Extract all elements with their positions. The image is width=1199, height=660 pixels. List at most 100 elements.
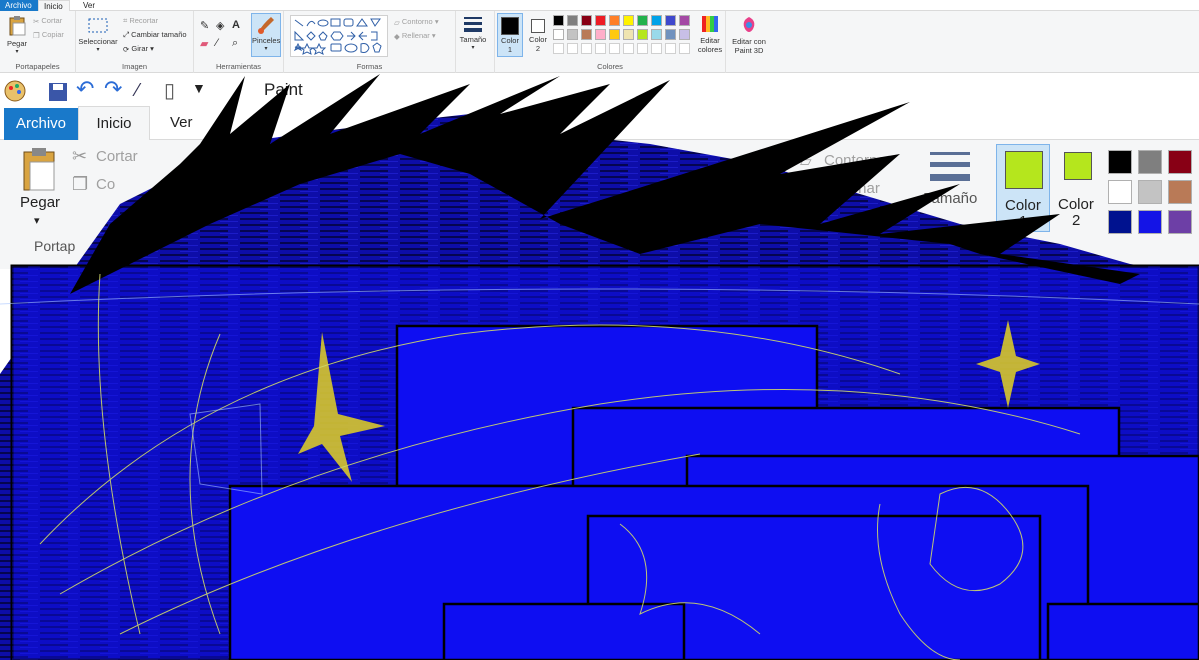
tab-inicio[interactable]: Inicio: [38, 0, 70, 11]
color-picker-icon[interactable]: ⁄: [216, 37, 218, 49]
paste-label: Pegar: [6, 39, 27, 48]
scissors-icon: ✂: [33, 16, 40, 26]
palette-swatch[interactable]: [637, 15, 648, 26]
color1-button[interactable]: Color 1: [497, 13, 523, 57]
copy-label: Copiar: [41, 30, 64, 39]
palette-swatch[interactable]: [679, 29, 690, 40]
palette-swatch[interactable]: [595, 29, 606, 40]
color2-swatch: [531, 19, 545, 33]
paint3d-label-2: Paint 3D: [734, 46, 764, 55]
magnifier-icon[interactable]: ⌕: [232, 37, 238, 50]
paint3d-button[interactable]: Editar con Paint 3D: [728, 15, 770, 55]
palette-swatch[interactable]: [581, 29, 592, 40]
crop-icon: ⌗: [123, 16, 128, 26]
crop-label: Recortar: [129, 16, 159, 25]
copy-button[interactable]: ❐ Copiar: [33, 30, 64, 40]
palette-swatch[interactable]: [651, 29, 662, 40]
custom-color-slot[interactable]: [679, 43, 690, 54]
palette-swatch[interactable]: [623, 29, 634, 40]
select-icon: [88, 18, 108, 33]
ribbon-tab-bar: Archivo Inicio Ver: [0, 0, 1199, 11]
size-button[interactable]: Tamaño ▾: [458, 15, 488, 51]
edit-colors-button[interactable]: Editar colores: [695, 14, 725, 54]
palette-swatch[interactable]: [553, 15, 564, 26]
custom-color-slot[interactable]: [553, 43, 564, 54]
palette-swatch[interactable]: [609, 15, 620, 26]
brush-icon: [258, 17, 274, 34]
color1-label: Color: [501, 36, 519, 45]
crop-button[interactable]: ⌗ Recortar: [123, 16, 158, 26]
palette-swatch[interactable]: [665, 29, 676, 40]
paste-button[interactable]: Pegar ▾: [4, 15, 30, 55]
select-dropdown-icon: ▾: [96, 47, 100, 53]
resize-label: Cambiar tamaño: [131, 30, 187, 39]
image-group: Seleccionar ▾ ⌗ Recortar ⤢ Cambiar tamañ…: [76, 11, 194, 73]
outline-button[interactable]: ▱ Contorno ▾: [394, 17, 439, 27]
drawing-canvas[interactable]: ↶ ↷ ⁄ ▯ ▼ Paint Archivo Inicio Ver Pegar…: [0, 74, 1199, 660]
palette-swatch[interactable]: [553, 29, 564, 40]
color-wheel-icon: [702, 16, 718, 32]
shapes-gallery[interactable]: [290, 15, 388, 57]
custom-color-slot[interactable]: [665, 43, 676, 54]
line-size-icon: [464, 17, 482, 32]
custom-color-slot[interactable]: [623, 43, 634, 54]
tab-archivo[interactable]: Archivo: [0, 0, 38, 11]
palette-swatch[interactable]: [567, 29, 578, 40]
brushes-dropdown-icon: ▾: [264, 46, 268, 52]
resize-button[interactable]: ⤢ Cambiar tamaño: [123, 30, 187, 40]
brushes-label: Pinceles: [252, 36, 281, 45]
palette-swatch[interactable]: [637, 29, 648, 40]
panel-7: [1046, 602, 1199, 660]
outline-label: Contorno: [401, 17, 433, 26]
paint3d-icon: [743, 17, 755, 32]
rotate-button[interactable]: ⟳ Girar ▾: [123, 44, 154, 54]
edit-colors-label: Editar: [700, 36, 720, 45]
size-label: Tamaño: [459, 35, 487, 44]
rotate-label: Girar: [131, 44, 149, 53]
color1-number: 1: [507, 45, 513, 54]
custom-color-slot[interactable]: [609, 43, 620, 54]
rotate-icon: ⟳: [123, 44, 130, 54]
palette-swatch[interactable]: [609, 29, 620, 40]
palette-swatch[interactable]: [595, 15, 606, 26]
edit-colors-label-2: colores: [697, 45, 723, 54]
custom-color-slot[interactable]: [567, 43, 578, 54]
pencil-icon[interactable]: ✎: [200, 19, 209, 32]
select-button[interactable]: Seleccionar ▾: [78, 17, 118, 53]
palette-swatch[interactable]: [581, 15, 592, 26]
fill-button[interactable]: ◆ Rellenar ▾: [394, 31, 436, 41]
text-tool-icon[interactable]: A: [232, 19, 240, 31]
paint3d-label-1: Editar con: [732, 37, 766, 46]
fill-bucket-icon[interactable]: ◈: [216, 19, 224, 32]
tools-group: ✎ ◈ A ▰ ⁄ ⌕ Pinceles ▾ Herramientas: [194, 11, 284, 73]
outline-icon: ▱: [394, 17, 400, 27]
eraser-icon[interactable]: ▰: [200, 37, 208, 50]
tab-ver[interactable]: Ver: [78, 0, 106, 11]
paste-icon: [9, 16, 26, 36]
resize-icon: ⤢: [123, 30, 129, 40]
palette-swatch[interactable]: [651, 15, 662, 26]
palette-swatch[interactable]: [679, 15, 690, 26]
colors-group-label: Colores: [597, 62, 623, 71]
custom-color-slot[interactable]: [595, 43, 606, 54]
palette-swatch[interactable]: [623, 15, 634, 26]
glitch-artwork: [0, 74, 1199, 660]
color2-label: Color: [529, 35, 547, 44]
brushes-button[interactable]: Pinceles ▾: [251, 13, 281, 57]
fill-label: Rellenar: [401, 31, 430, 40]
palette-swatch[interactable]: [665, 15, 676, 26]
custom-color-slot[interactable]: [637, 43, 648, 54]
image-group-label: Imagen: [121, 62, 148, 71]
palette-swatch[interactable]: [567, 15, 578, 26]
color2-button[interactable]: Color 2: [525, 13, 551, 57]
custom-color-slot[interactable]: [651, 43, 662, 54]
shapes-group-label: Formas: [356, 62, 383, 71]
color1-swatch: [501, 17, 519, 35]
cut-button[interactable]: ✂ Cortar: [33, 16, 62, 26]
copy-icon: ❐: [33, 30, 40, 40]
select-label: Seleccionar: [78, 37, 118, 46]
custom-color-slot[interactable]: [581, 43, 592, 54]
paste-dropdown-icon: ▾: [15, 49, 19, 55]
shapes-gallery-icons: [293, 18, 382, 55]
fill-icon: ◆: [394, 31, 400, 41]
